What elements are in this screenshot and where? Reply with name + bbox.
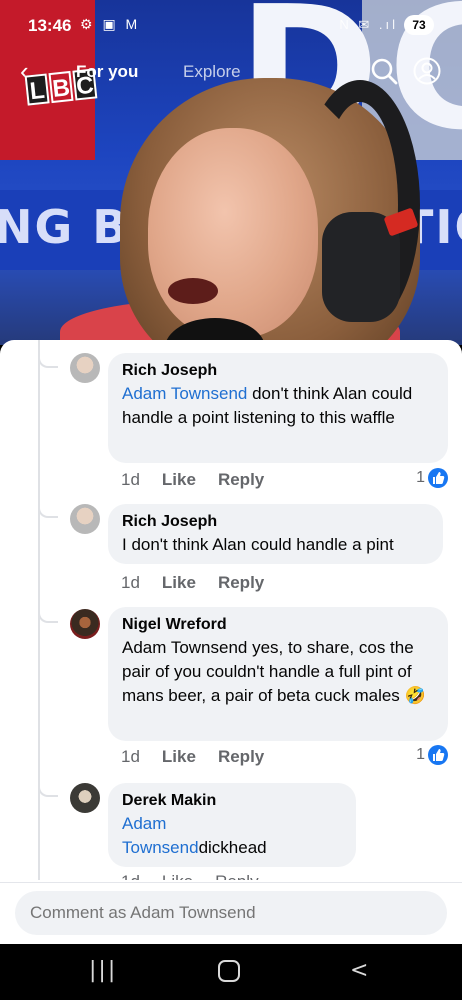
thread-connector (38, 783, 58, 797)
comments-sheet[interactable]: Rich Joseph Adam Townsend don't think Al… (0, 340, 462, 944)
reaction-count-value: 1 (416, 746, 425, 763)
comment-body: dickhead (198, 838, 267, 857)
recent-apps-icon[interactable]: ||| (89, 958, 117, 983)
reaction-count[interactable]: 1 (416, 745, 448, 765)
like-button[interactable]: Like (162, 872, 193, 880)
comment-actions: 1d Like Reply (121, 573, 264, 593)
comment-actions: 1d Like Reply (121, 470, 264, 490)
avatar[interactable] (70, 783, 100, 813)
logo-letter-l: L (24, 73, 50, 106)
comment-body: I don't think Alan could handle a pint (122, 535, 394, 554)
thread-connector (38, 609, 58, 623)
thumbs-up-icon (428, 468, 448, 488)
comment-input[interactable] (15, 891, 447, 935)
mention-link[interactable]: Townsend (122, 838, 199, 857)
back-icon[interactable]: < (350, 958, 368, 983)
comment-bubble[interactable]: Derek Makin Adam Townsenddickhead (108, 783, 356, 867)
mention-link[interactable]: Adam (122, 814, 166, 833)
comment-author[interactable]: Rich Joseph (122, 513, 429, 531)
comment-text: Adam Townsend don't think Alan could han… (122, 382, 434, 430)
like-button[interactable]: Like (162, 573, 196, 593)
comment-bubble[interactable]: Rich Joseph I don't think Alan could han… (108, 504, 443, 564)
comment-time: 1d (121, 573, 140, 592)
comment-author[interactable]: Nigel Wreford (122, 616, 434, 634)
comment-bubble[interactable]: Rich Joseph Adam Townsend don't think Al… (108, 353, 448, 463)
thumbs-up-icon (428, 745, 448, 765)
avatar[interactable] (70, 504, 100, 534)
comment-body: Adam Townsend yes, to share, cos the pai… (122, 638, 426, 705)
comment-time: 1d (121, 470, 140, 489)
logo-letter-b: B (48, 70, 74, 104)
mention-link[interactable]: Adam Townsend (122, 384, 247, 403)
home-icon[interactable] (218, 960, 240, 982)
comment-actions: 1d Like Reply (121, 872, 259, 880)
reaction-count-value: 1 (416, 469, 425, 486)
signal-icons: N ✉ .ıl (339, 17, 398, 32)
reply-button[interactable]: Reply (215, 872, 258, 880)
comment-time: 1d (121, 872, 140, 880)
reply-button[interactable]: Reply (218, 747, 264, 767)
comment-author[interactable]: Derek Makin (122, 792, 342, 810)
status-bar: 13:46 ⚙ ▣ M N ✉ .ıl 73 (0, 0, 462, 50)
navigation-bar: ||| < (0, 944, 462, 1000)
presenter-face (148, 128, 318, 338)
comment-author[interactable]: Rich Joseph (122, 362, 434, 380)
status-time: 13:46 (28, 16, 72, 35)
comment-actions: 1d Like Reply (121, 747, 264, 767)
profile-icon[interactable] (413, 57, 441, 85)
search-icon[interactable] (370, 57, 398, 85)
reaction-count[interactable]: 1 (416, 468, 448, 488)
reply-button[interactable]: Reply (218, 573, 264, 593)
thread-connector (38, 354, 58, 368)
like-button[interactable]: Like (162, 747, 196, 767)
tab-for-you[interactable]: For you (76, 62, 138, 82)
battery-icon: 73 (404, 15, 434, 35)
video-background[interactable]: D G NG BRITA TIO (0, 0, 462, 345)
reply-button[interactable]: Reply (218, 470, 264, 490)
comment-text: Adam Townsenddickhead (122, 812, 342, 860)
presenter-mouth (168, 278, 218, 304)
notification-icons: ⚙ ▣ M (80, 16, 141, 32)
composer-bar (0, 882, 462, 944)
like-button[interactable]: Like (162, 470, 196, 490)
comment-time: 1d (121, 747, 140, 766)
tab-explore[interactable]: Explore (183, 62, 241, 82)
avatar[interactable] (70, 609, 100, 639)
avatar[interactable] (70, 353, 100, 383)
comment-bubble[interactable]: Nigel Wreford Adam Townsend yes, to shar… (108, 607, 448, 741)
thread-connector (38, 504, 58, 518)
